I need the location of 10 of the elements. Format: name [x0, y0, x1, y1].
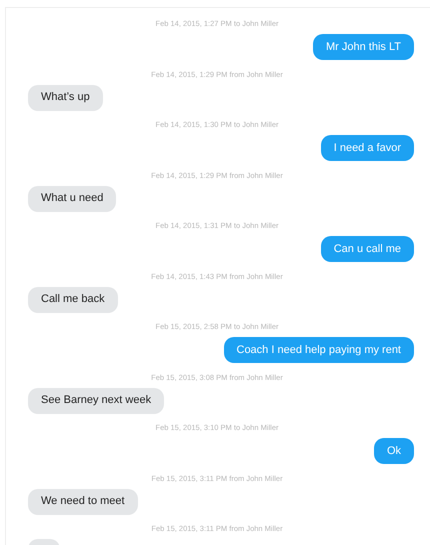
sent-message-bubble: Mr John this LT [313, 34, 414, 60]
sent-message-bubble: I need a favor [320, 135, 414, 161]
received-message-bubble: See Barney next week [28, 388, 164, 414]
received-message-bubble: What’s up [28, 84, 103, 110]
sent-message-bubble: Ok [374, 438, 414, 464]
received-message-bubble: Call me back [28, 286, 118, 312]
received-message-bubble: We need to meet [28, 488, 138, 514]
received-message-bubble: What u need [28, 186, 116, 212]
sent-message-bubble: Coach I need help paying my rent [224, 337, 414, 363]
sent-message-bubble: Can u call me [320, 236, 414, 262]
